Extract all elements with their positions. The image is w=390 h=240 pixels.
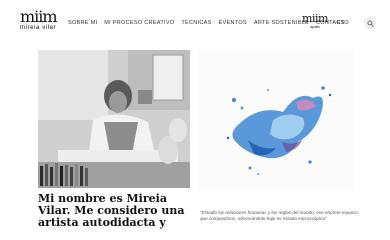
- nav-item-sobre-mi[interactable]: SOBRE MI: [68, 20, 97, 26]
- language-switcher[interactable]: ES: [337, 20, 344, 26]
- nav-item-eventos[interactable]: EVENTOS: [219, 20, 247, 26]
- search-icon: [367, 20, 374, 27]
- search-button[interactable]: [364, 17, 376, 29]
- logo-subtitle: mireia vilar: [20, 25, 57, 31]
- intro-headline: Mi nombre es Mireia Vilar. Me considero …: [38, 192, 185, 229]
- artist-photo: [38, 50, 190, 188]
- logo-mark: miim: [20, 7, 58, 26]
- shop-logo-mark: miim: [302, 12, 328, 25]
- shop-logo[interactable]: miim spain: [302, 13, 328, 33]
- nav-item-tecnicas[interactable]: TÉCNICAS: [181, 20, 211, 26]
- nav-item-proceso-creativo[interactable]: MI PROCESO CREATIVO: [104, 20, 174, 26]
- artist-quote: "Estudio las relaciones humanas y las re…: [200, 210, 358, 221]
- site-logo[interactable]: miim mireia vilar: [20, 7, 60, 34]
- site-header: miim mireia vilar SOBRE MI MI PROCESO CR…: [0, 0, 390, 40]
- nav-item-arte-sostenible[interactable]: ARTE SOSTENIBLE: [254, 20, 309, 26]
- watercolor-artwork: [198, 50, 354, 190]
